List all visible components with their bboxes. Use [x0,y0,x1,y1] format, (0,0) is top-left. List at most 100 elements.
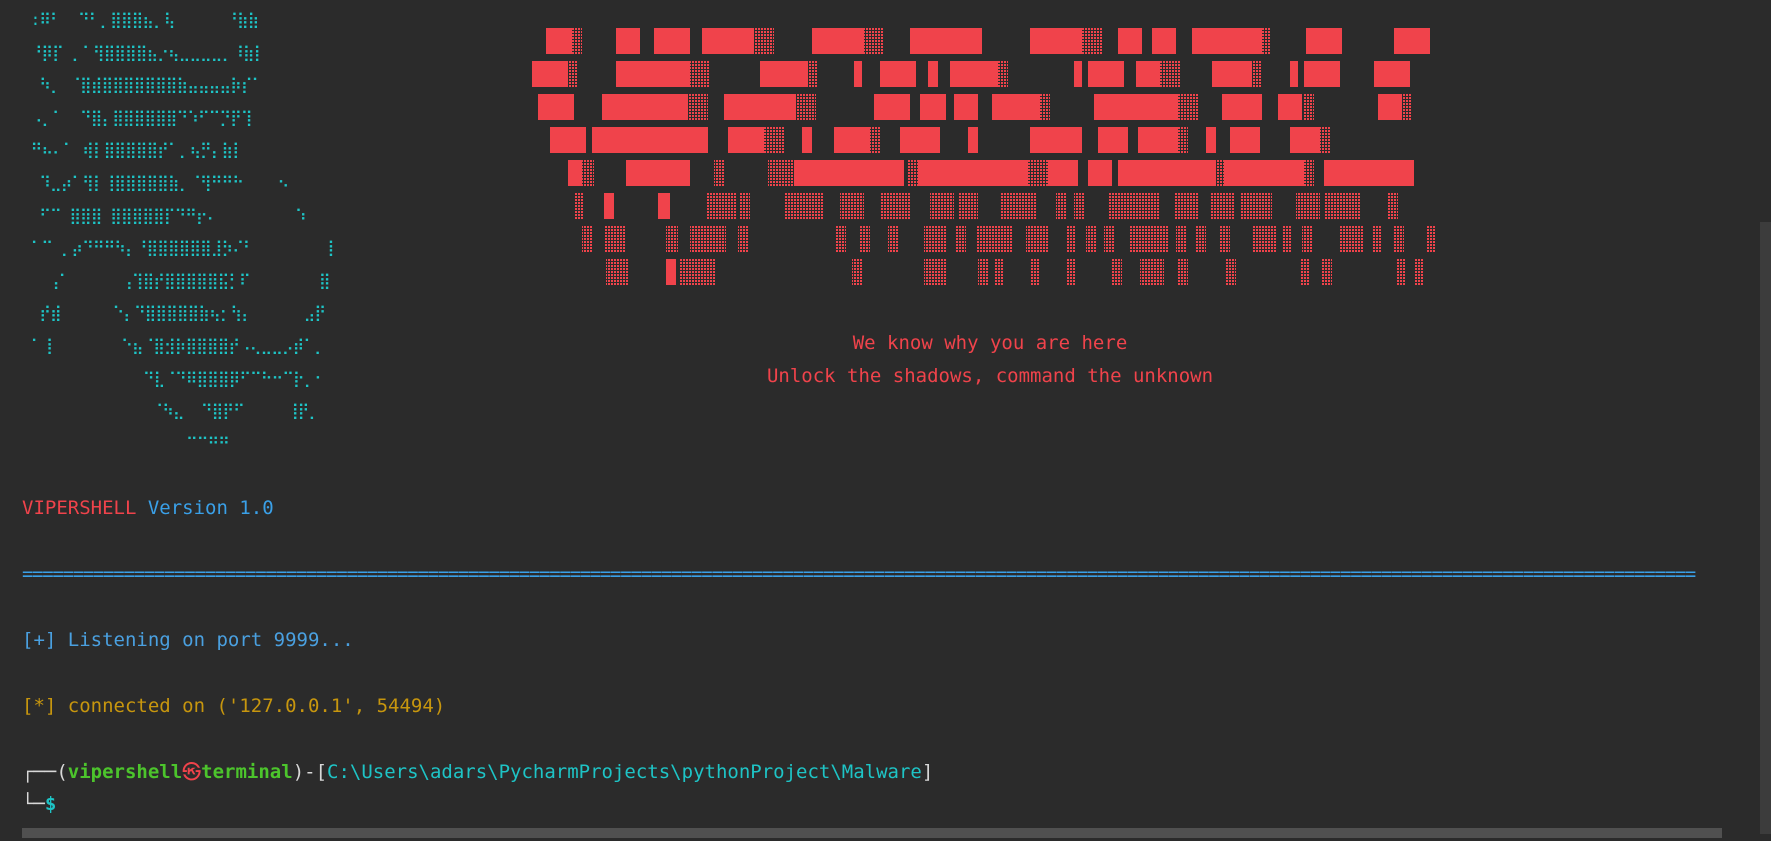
banner-block [888,226,898,252]
banner-block [574,193,584,219]
banner-block [1394,28,1430,54]
banner-block [1112,259,1122,285]
banner-block [1082,28,1102,54]
tagline-we-know: We know why you are here [852,332,1128,354]
terminal-window[interactable]: :⠿⠃ ⠙⠃⡀⣿⣿⣿⣦⡀⢧ ⠘⣷⣷ ⠘⡿⡏ ⡀⠁⢻⣿⣿⣿⣿⣦⡐⢦⣀⣀⣀⣀⡀⠸⣷⡇… [0,0,1771,841]
banner-block [602,94,616,120]
banner-block [1098,127,1128,153]
banner-block [1300,259,1310,285]
banner-block [1196,226,1206,252]
banner-block [950,61,998,87]
banner-block [592,127,606,153]
banner-block [1086,226,1096,252]
banner-block [808,61,818,87]
banner-block [1118,28,1142,54]
listening-message: [+] Listening on port 9999... [22,629,354,651]
banner-block [1088,160,1112,186]
banner-block [920,94,946,120]
banner-block [1278,94,1302,120]
banner-block [616,61,630,87]
skull-icon: ㉿ [182,761,202,783]
banner-block [870,127,880,153]
banner-block [880,61,916,87]
banner-block [1118,160,1158,186]
banner-block [714,160,724,186]
banner-block [1178,127,1188,153]
banner-block [1058,127,1082,153]
banner-block [688,94,708,120]
banner-block [650,160,690,186]
banner-block [1066,259,1076,285]
prompt-user: vipershell [67,761,183,783]
banner-block [836,226,846,252]
prompt-close: ] [921,761,934,783]
banner-block [1212,61,1252,87]
banner-block [930,193,954,219]
tagline-unlock: Unlock the shadows, command the unknown [766,365,1214,387]
banner-block [860,226,870,252]
banner-block [1226,259,1236,285]
banner-block [724,94,796,120]
banner-block [1192,28,1262,54]
banner-block [1030,259,1040,285]
banner-block [546,28,572,54]
banner-block [706,193,736,219]
connected-message: [*] connected on ('127.0.0.1', 54494) [22,695,446,717]
banner-block [1324,160,1414,186]
banner-block [1136,61,1160,87]
banner-block [1414,259,1424,285]
banner-block [1176,226,1186,252]
banner-block [834,127,870,153]
banner-block [1222,94,1262,120]
banner-block [978,259,988,285]
banner-block [634,127,694,153]
banner-block [868,160,904,186]
banner-block [1324,193,1360,219]
banner-block [1374,61,1410,87]
horizontal-scrollbar[interactable] [22,828,1722,838]
banner-block [582,226,592,252]
banner-block [1290,127,1320,153]
banner-block [538,94,574,120]
banner-block [568,160,582,186]
banner-block [616,94,688,120]
banner-block [1000,193,1036,219]
banner-block [1394,226,1404,252]
banner-block [880,193,910,219]
banner-block [1174,193,1198,219]
banner-block [582,160,594,186]
banner-block [626,160,650,186]
banner-block [760,61,808,87]
banner-block [702,28,754,54]
banner-block [1224,160,1304,186]
banner-block [1320,127,1330,153]
banner-block [666,226,678,252]
banner-block [854,61,862,87]
banner-block [1160,61,1180,87]
banner-block [768,160,794,186]
banner-block [924,226,946,252]
prompt-corner-bottom: └─ [22,793,45,815]
banner-block [1138,127,1178,153]
banner-block [1388,193,1398,219]
banner-block [1026,226,1048,252]
banner-block [754,28,774,54]
banner-block [666,259,676,285]
banner-block [1290,61,1298,87]
banner-block [1426,226,1436,252]
banner-block [1066,226,1076,252]
banner-block [738,226,748,252]
banner-block [550,127,586,153]
vertical-scrollbar[interactable] [1760,222,1771,834]
banner-block [606,259,628,285]
banner-block [802,127,812,153]
banner-block [1140,259,1164,285]
banner-block [908,160,918,186]
banner-block [1030,127,1058,153]
banner-block [616,28,640,54]
banner-block [1074,193,1084,219]
version-name: VIPERSHELL [22,497,137,519]
prompt-corner-top: ┌──( [22,761,68,783]
banner-block [812,28,864,54]
prompt-line-bottom[interactable]: └─$ [22,792,56,816]
